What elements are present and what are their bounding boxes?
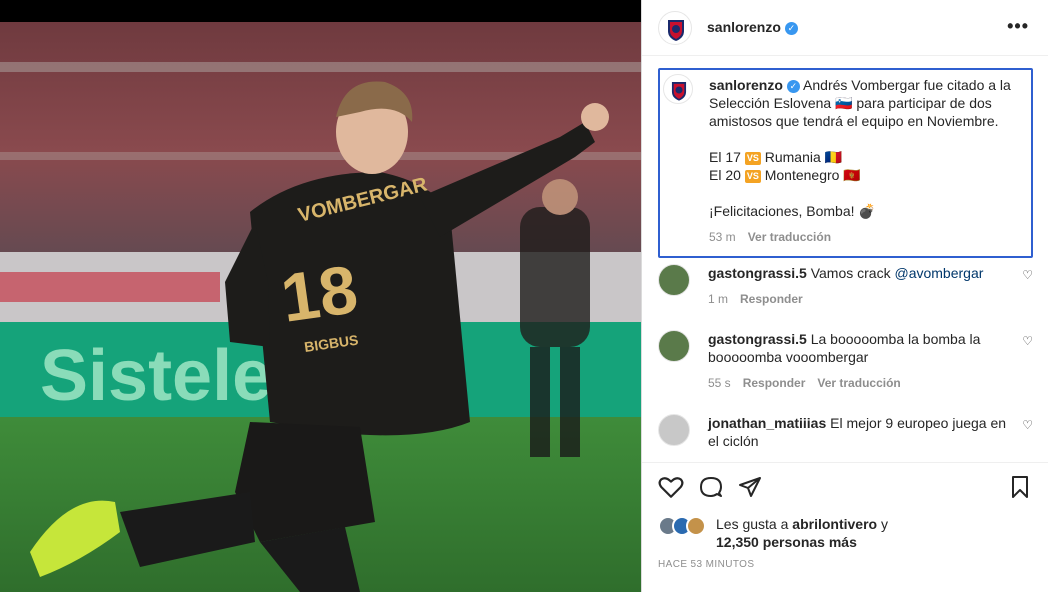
liker-username[interactable]: abrilontivero <box>792 516 877 532</box>
comment-mention-link[interactable]: @avombergar <box>894 265 983 281</box>
comment-time: 1 m <box>708 292 729 306</box>
caption-meta: 53 m Ver traducción <box>709 228 1027 246</box>
comment-text: Vamos crack <box>810 265 895 281</box>
post-photo-art: Sistelectric VOMBERGAR 18 BIGBUS <box>0 22 641 592</box>
club-crest-icon <box>671 82 687 101</box>
verified-badge-icon: ✓ <box>786 80 800 93</box>
comment-username[interactable]: gastongrassi.5 <box>708 331 807 347</box>
caption-text: sanlorenzo ✓ Andrés Vombergar fue citado … <box>709 76 1027 246</box>
post-photo[interactable]: Sistelectric VOMBERGAR 18 BIGBUS <box>0 22 641 592</box>
comment-username[interactable]: jonathan_matiiias <box>708 415 826 431</box>
reply-button[interactable]: Responder <box>743 376 806 390</box>
comment-body: gastongrassi.5 Vamos crack @avombergar 1… <box>708 264 1008 308</box>
verified-badge-icon: ✓ <box>784 22 798 35</box>
likes-prefix: Les gusta a <box>716 516 793 532</box>
like-heart-icon[interactable] <box>658 475 684 499</box>
club-crest-icon <box>668 20 684 41</box>
reply-button[interactable]: Responder <box>740 292 803 306</box>
comment-time: 55 s <box>708 376 731 390</box>
comment-meta: 1 m Responder <box>708 290 1008 308</box>
club-crest-avatar[interactable] <box>658 11 692 45</box>
caption-closing: ¡Felicitaciones, Bomba! 💣 <box>709 203 876 219</box>
share-paper-plane-icon[interactable] <box>738 475 762 499</box>
commenter-avatar[interactable] <box>658 414 690 446</box>
see-translation-button[interactable]: Ver traducción <box>748 230 831 244</box>
comment-username[interactable]: gastongrassi.5 <box>708 265 807 281</box>
likes-suffix: y <box>877 516 888 532</box>
flag-romania-icon: 🇷🇴 <box>824 149 843 165</box>
vs-icon: VS <box>744 170 761 183</box>
caption-username[interactable]: sanlorenzo <box>709 77 783 93</box>
post-header: sanlorenzo ✓ ••• <box>642 0 1048 56</box>
photo-top-bar <box>0 0 641 22</box>
post-timestamp[interactable]: HACE 53 MINUTOS <box>658 559 754 570</box>
save-bookmark-icon[interactable] <box>1009 475 1031 499</box>
comment-like-heart-icon[interactable]: ♡ <box>1022 418 1033 432</box>
comment-body: jonathan_matiiias El mejor 9 europeo jue… <box>708 414 1008 450</box>
shirt-number: 18 <box>277 251 362 337</box>
caption-avatar[interactable] <box>663 74 693 104</box>
post-author-username[interactable]: sanlorenzo ✓ <box>707 19 798 35</box>
comment-like-heart-icon[interactable]: ♡ <box>1022 268 1033 282</box>
likes-text: Les gusta a abrilontivero y 12,350 perso… <box>716 515 1036 551</box>
more-options-icon[interactable]: ••• <box>1007 16 1029 37</box>
comment-meta: 55 s Responder Ver traducción <box>708 374 1008 392</box>
likes-count-button[interactable]: 12,350 personas más <box>716 534 857 550</box>
flag-montenegro-icon: 🇲🇪 <box>843 167 861 183</box>
caption-match-2: El 20 VS Montenegro 🇲🇪 <box>709 167 861 183</box>
comment-like-heart-icon[interactable]: ♡ <box>1022 334 1033 348</box>
comments-list[interactable]: sanlorenzo ✓ Andrés Vombergar fue citado … <box>642 56 1048 462</box>
vs-icon: VS <box>744 152 761 165</box>
post-actions: Les gusta a abrilontivero y 12,350 perso… <box>642 462 1048 592</box>
caption-time: 53 m <box>709 230 736 244</box>
post-author-name[interactable]: sanlorenzo <box>707 19 781 35</box>
liker-avatar <box>686 516 706 536</box>
see-translation-button[interactable]: Ver traducción <box>817 376 900 390</box>
commenter-avatar[interactable] <box>658 264 690 296</box>
post-caption: sanlorenzo ✓ Andrés Vombergar fue citado … <box>658 68 1033 258</box>
caption-match-1: El 17 VS Rumania 🇷🇴 <box>709 149 843 165</box>
comment-bubble-icon[interactable] <box>699 475 723 499</box>
commenter-avatar[interactable] <box>658 330 690 362</box>
post-side-panel: sanlorenzo ✓ ••• sanlorenzo ✓ Andrés Vombe… <box>641 0 1048 592</box>
comment-body: gastongrassi.5 La booooomba la bomba la … <box>708 330 1008 392</box>
